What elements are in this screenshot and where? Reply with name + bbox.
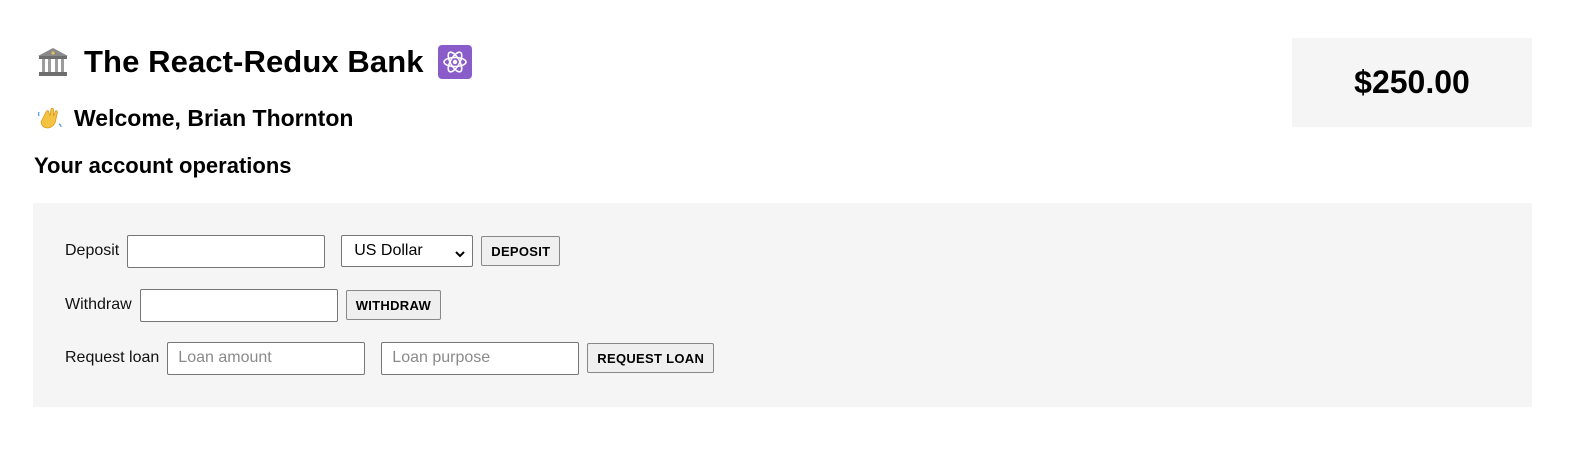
request-loan-button[interactable]: REQUEST LOAN	[587, 343, 715, 373]
balance-display: $250.00	[1292, 38, 1532, 127]
withdraw-label: Withdraw	[65, 296, 132, 313]
currency-select[interactable]: US Dollar	[341, 235, 474, 267]
deposit-label: Deposit	[65, 242, 120, 259]
deposit-button[interactable]: DEPOSIT	[481, 236, 561, 266]
loan-amount-input[interactable]	[167, 341, 366, 375]
page-title: The React-Redux Bank	[84, 44, 424, 79]
withdraw-amount-input[interactable]	[139, 288, 338, 322]
header-title-row: The React-Redux Bank	[36, 40, 472, 84]
withdraw-row: Withdraw WITHDRAW	[65, 288, 442, 322]
welcome-message: Welcome, Brian Thornton	[74, 104, 354, 131]
bank-app: The React-Redux Bank Welcome, Brian Thor…	[0, 0, 1590, 450]
bank-building-icon	[36, 45, 70, 79]
currency-selected-value: US Dollar	[354, 242, 423, 259]
operations-section-title: Your account operations	[34, 153, 292, 178]
react-atom-icon	[437, 45, 472, 79]
loan-label: Request loan	[65, 349, 160, 366]
waving-hand-icon	[36, 104, 64, 132]
loan-purpose-input[interactable]	[381, 341, 580, 375]
chevron-down-icon	[454, 246, 466, 258]
withdraw-button[interactable]: WITHDRAW	[345, 290, 442, 320]
operations-panel: Deposit US Dollar DEPOSIT Withdraw WITHD…	[33, 203, 1532, 407]
deposit-amount-input[interactable]	[127, 234, 326, 268]
loan-row: Request loan REQUEST LOAN	[65, 341, 715, 375]
welcome-row: Welcome, Brian Thornton	[36, 102, 353, 134]
deposit-row: Deposit US Dollar DEPOSIT	[65, 234, 561, 268]
balance-amount: $250.00	[1354, 64, 1470, 100]
